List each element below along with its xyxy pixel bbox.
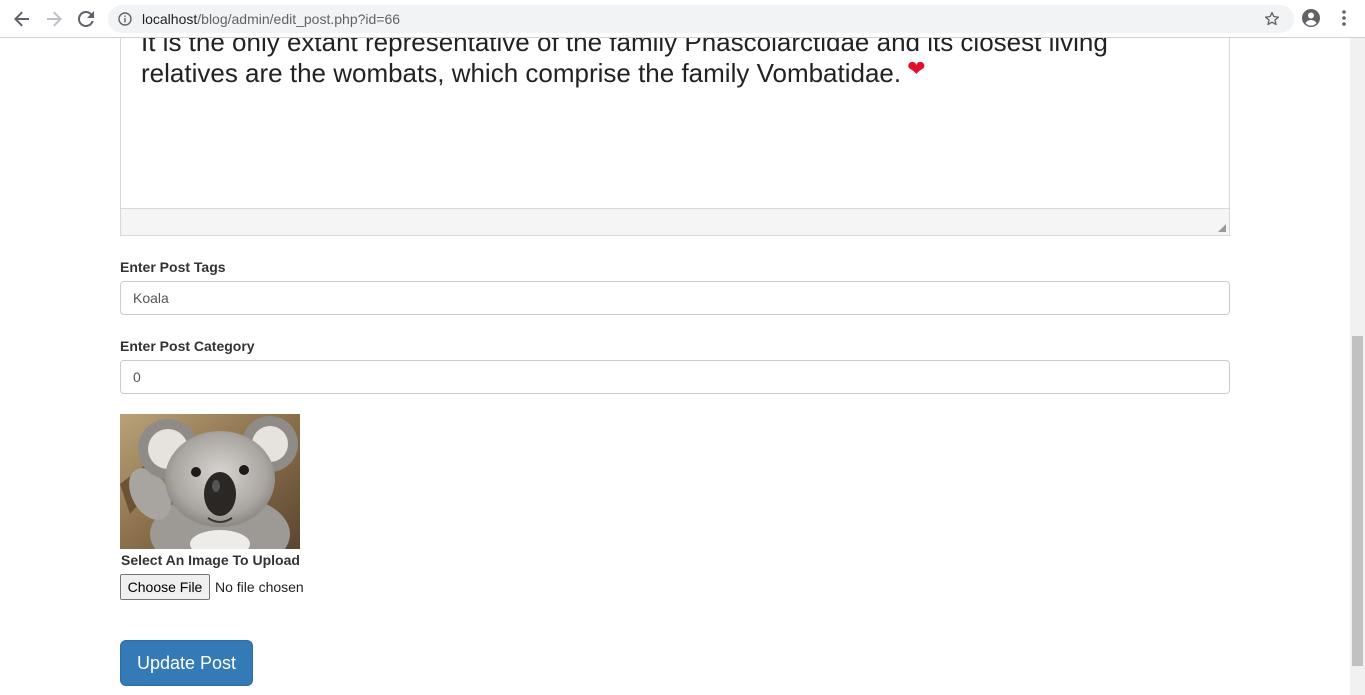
tags-input[interactable] — [120, 281, 1230, 315]
editor-statusbar — [120, 208, 1230, 236]
page-scrollbar[interactable] — [1350, 38, 1365, 695]
category-label: Enter Post Category — [120, 338, 255, 354]
editor-body[interactable]: It is the only extant representative of … — [141, 38, 1201, 90]
reload-icon[interactable] — [74, 7, 98, 31]
file-status: No file chosen — [215, 579, 304, 595]
update-post-button[interactable]: Update Post — [120, 640, 253, 686]
browser-toolbar: localhost/blog/admin/edit_post.php?id=66 — [0, 0, 1365, 38]
heart-icon: ❤ — [907, 56, 926, 81]
info-icon[interactable] — [118, 12, 132, 31]
editor-line: relatives are the wombats, which compris… — [141, 56, 1201, 90]
choose-file-button[interactable]: Choose File — [120, 574, 210, 600]
back-icon[interactable] — [10, 7, 34, 31]
menu-icon[interactable] — [1334, 7, 1354, 34]
page-content: It is the only extant representative of … — [0, 38, 1350, 695]
upload-label: Select An Image To Upload — [121, 552, 300, 568]
editor-line: It is the only extant representative of … — [141, 38, 1108, 57]
post-content-editor[interactable]: It is the only extant representative of … — [120, 38, 1230, 236]
profile-icon[interactable] — [1300, 7, 1322, 34]
address-bar[interactable]: localhost/blog/admin/edit_post.php?id=66 — [108, 5, 1294, 33]
star-icon[interactable] — [1264, 11, 1280, 32]
resize-handle[interactable] — [1218, 224, 1226, 232]
tags-label: Enter Post Tags — [120, 259, 226, 275]
post-image-preview — [120, 414, 300, 549]
url-text: localhost/blog/admin/edit_post.php?id=66 — [142, 11, 401, 27]
category-input[interactable] — [120, 360, 1230, 394]
scrollbar-thumb[interactable] — [1352, 336, 1363, 666]
forward-icon[interactable] — [42, 7, 66, 31]
